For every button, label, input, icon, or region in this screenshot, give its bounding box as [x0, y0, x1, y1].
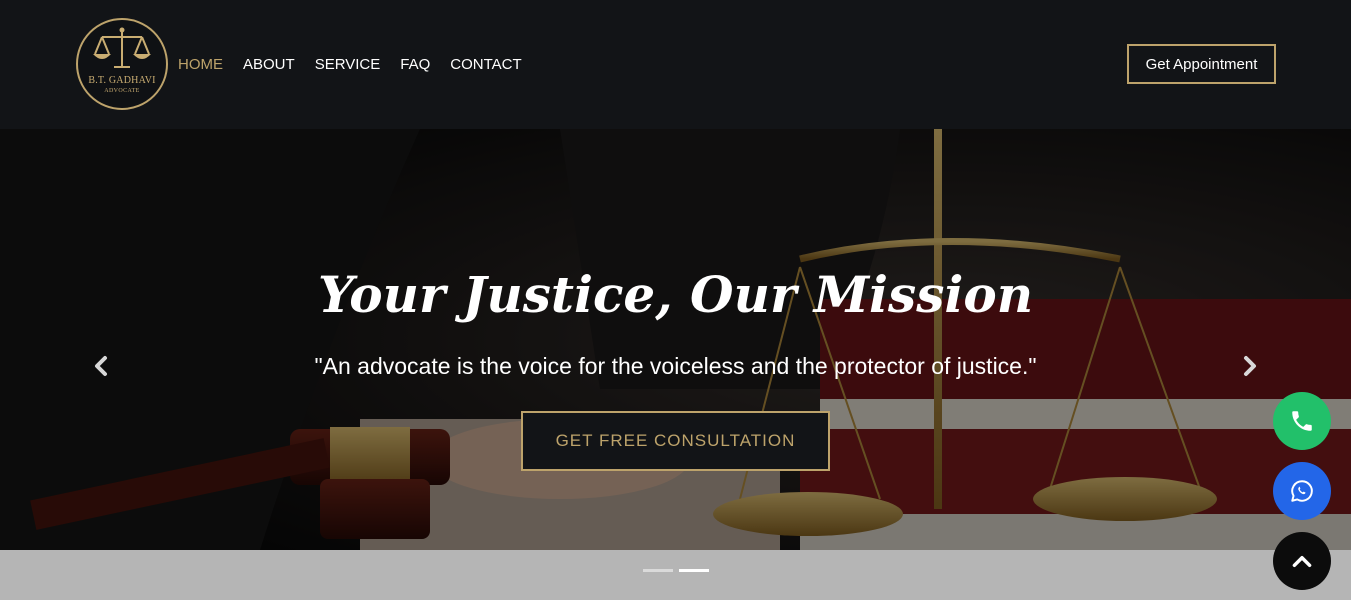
chevron-right-icon [1244, 356, 1256, 376]
get-free-consultation-button[interactable]: GET FREE CONSULTATION [521, 411, 830, 471]
main-nav: HOME ABOUT SERVICE FAQ CONTACT [178, 56, 522, 73]
hero-carousel: Your Justice, Our Mission "An advocate i… [0, 129, 1351, 550]
nav-home[interactable]: HOME [178, 56, 223, 73]
nav-about[interactable]: ABOUT [243, 56, 295, 73]
logo-subtitle: ADVOCATE [104, 88, 140, 94]
logo-name: B.T. GADHAVI [88, 75, 156, 86]
hero-title: Your Justice, Our Mission [317, 265, 1034, 324]
hero-overlay [0, 129, 1351, 550]
chevron-up-icon [1292, 556, 1312, 568]
hero-quote: "An advocate is the voice for the voicel… [314, 353, 1037, 379]
whatsapp-icon [1291, 480, 1313, 502]
carousel-prev-button[interactable] [89, 351, 113, 381]
carousel-indicator-1[interactable] [643, 569, 673, 572]
chevron-left-icon [95, 356, 107, 376]
carousel-next-button[interactable] [1238, 351, 1262, 381]
call-button[interactable] [1273, 392, 1331, 450]
nav-contact[interactable]: CONTACT [450, 56, 521, 73]
whatsapp-button[interactable] [1273, 462, 1331, 520]
back-to-top-button[interactable] [1273, 532, 1331, 590]
nav-faq[interactable]: FAQ [400, 56, 430, 73]
get-appointment-button[interactable]: Get Appointment [1127, 44, 1276, 84]
scales-of-justice-icon [93, 27, 151, 68]
carousel-indicator-2[interactable] [679, 569, 709, 572]
nav-service[interactable]: SERVICE [315, 56, 381, 73]
brand-logo[interactable]: B.T. GADHAVI ADVOCATE [76, 18, 168, 110]
phone-icon [1292, 411, 1312, 431]
site-header: B.T. GADHAVI ADVOCATE HOME ABOUT SERVICE… [0, 0, 1351, 129]
carousel-indicators [643, 569, 709, 572]
